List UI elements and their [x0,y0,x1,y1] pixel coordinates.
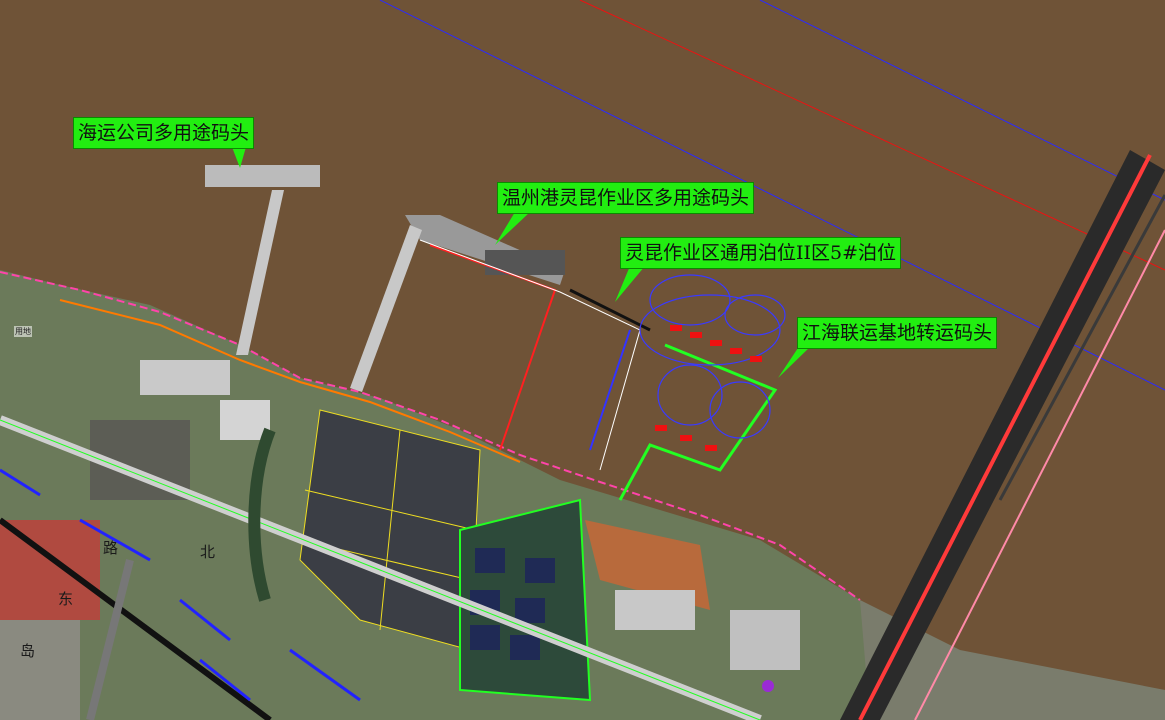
haiyun-wharf-head [205,165,320,187]
purple-marker [762,680,774,692]
road-label-dong: 东 [58,590,74,608]
warehouse-east [730,610,800,670]
land-use-label: 用地 [14,326,32,337]
silo-group [140,360,230,395]
road-label-lu: 路 [103,539,119,557]
red-roof-block [0,520,100,620]
label-wenzhou-wharf: 温州港灵昆作业区多用途码头 [497,182,755,214]
label-jianghai-wharf: 江海联运基地转运码头 [797,317,998,349]
label-lingkun-berth: 灵昆作业区通用泊位II区5#泊位 [620,237,902,269]
map-canvas [0,0,1165,720]
road-label-bei: 北 [200,543,216,561]
road-label-dao: 岛 [20,642,36,660]
residential-block [0,620,80,720]
berthed-vessel [485,250,565,275]
label-haiyun-wharf: 海运公司多用途码头 [73,117,255,149]
warehouse [615,590,695,630]
map-stage: 海运公司多用途码头 温州港灵昆作业区多用途码头 灵昆作业区通用泊位II区5#泊位… [0,0,1165,720]
